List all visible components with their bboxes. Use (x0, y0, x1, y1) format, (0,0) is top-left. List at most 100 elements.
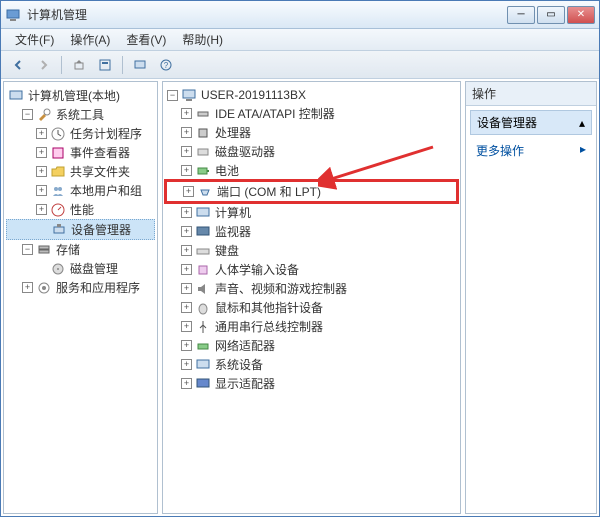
tree-label: 声音、视频和游戏控制器 (215, 280, 347, 297)
close-button[interactable]: ✕ (567, 6, 595, 24)
svg-text:?: ? (164, 61, 169, 70)
clock-icon (50, 126, 66, 142)
expand-icon[interactable]: + (181, 378, 192, 389)
menu-help[interactable]: 帮助(H) (174, 29, 231, 50)
expand-icon[interactable]: + (181, 359, 192, 370)
tree-usb[interactable]: + 通用串行总线控制器 (165, 317, 458, 336)
tree-disk-drives[interactable]: + 磁盘驱动器 (165, 142, 458, 161)
tree-task-scheduler[interactable]: + 任务计划程序 (6, 124, 155, 143)
tree-storage[interactable]: − 存储 (6, 240, 155, 259)
expand-icon[interactable]: + (183, 186, 194, 197)
tree-sound[interactable]: + 声音、视频和游戏控制器 (165, 279, 458, 298)
leaf-icon (36, 263, 47, 274)
tree-label: 计算机 (215, 204, 251, 221)
tree-label: 键盘 (215, 242, 239, 259)
tree-label: 通用串行总线控制器 (215, 318, 323, 335)
tree-shared-folders[interactable]: + 共享文件夹 (6, 162, 155, 181)
menu-file[interactable]: 文件(F) (7, 29, 62, 50)
event-icon (50, 145, 66, 161)
expand-icon[interactable]: + (181, 340, 192, 351)
tree-computers[interactable]: + 计算机 (165, 203, 458, 222)
tree-root[interactable]: 计算机管理(本地) (6, 86, 155, 105)
expand-icon[interactable]: + (181, 245, 192, 256)
tree-monitors[interactable]: + 监视器 (165, 222, 458, 241)
toolbar: ? (1, 51, 599, 79)
tree-label: 服务和应用程序 (56, 279, 140, 296)
tree-performance[interactable]: + 性能 (6, 200, 155, 219)
tree-event-viewer[interactable]: + 事件查看器 (6, 143, 155, 162)
app-icon (5, 7, 21, 23)
expand-icon[interactable]: + (181, 283, 192, 294)
tree-keyboards[interactable]: + 键盘 (165, 241, 458, 260)
tree-display[interactable]: + 显示适配器 (165, 374, 458, 393)
expand-icon[interactable]: + (36, 185, 47, 196)
tree-label: 性能 (70, 201, 94, 218)
back-button[interactable] (7, 54, 29, 76)
collapse-icon[interactable]: − (22, 244, 33, 255)
expand-icon[interactable]: + (181, 302, 192, 313)
device-icon (51, 222, 67, 238)
maximize-button[interactable]: ▭ (537, 6, 565, 24)
minimize-button[interactable]: ─ (507, 6, 535, 24)
users-icon (50, 183, 66, 199)
disk-icon (50, 261, 66, 277)
up-button[interactable] (68, 54, 90, 76)
tree-label: 本地用户和组 (70, 182, 142, 199)
tree-hid[interactable]: + 人体学输入设备 (165, 260, 458, 279)
expand-icon[interactable]: + (36, 128, 47, 139)
tree-system-tools[interactable]: − 系统工具 (6, 105, 155, 124)
tree-label: 端口 (COM 和 LPT) (217, 183, 321, 200)
chevron-right-icon: ▸ (580, 142, 586, 156)
sound-icon (195, 281, 211, 297)
monitor-icon (195, 224, 211, 240)
tree-batteries[interactable]: + 电池 (165, 161, 458, 180)
menubar: 文件(F) 操作(A) 查看(V) 帮助(H) (1, 29, 599, 51)
tree-computer-root[interactable]: − USER-20191113BX (165, 86, 458, 104)
actions-pane: 操作 设备管理器 ▴ 更多操作 ▸ (465, 81, 597, 514)
tree-mice[interactable]: + 鼠标和其他指针设备 (165, 298, 458, 317)
collapse-icon[interactable]: − (167, 90, 178, 101)
more-actions-label: 更多操作 (476, 144, 524, 158)
tree-local-users[interactable]: + 本地用户和组 (6, 181, 155, 200)
expand-icon[interactable]: + (181, 146, 192, 157)
tree-label: 电池 (215, 162, 239, 179)
tree-device-manager[interactable]: 设备管理器 (6, 219, 155, 240)
leaf-icon (37, 224, 48, 235)
collapse-icon[interactable]: − (22, 109, 33, 120)
expand-icon[interactable]: + (36, 147, 47, 158)
folder-icon (50, 164, 66, 180)
keyboard-icon (195, 243, 211, 259)
forward-button[interactable] (33, 54, 55, 76)
refresh-button[interactable] (129, 54, 151, 76)
menu-view[interactable]: 查看(V) (118, 29, 174, 50)
tree-disk-management[interactable]: 磁盘管理 (6, 259, 155, 278)
more-actions-link[interactable]: 更多操作 ▸ (466, 139, 596, 162)
tree-system-devices[interactable]: + 系统设备 (165, 355, 458, 374)
tree-label: 事件查看器 (70, 144, 130, 161)
tree-services-apps[interactable]: + 服务和应用程序 (6, 278, 155, 297)
storage-icon (36, 242, 52, 258)
help-button[interactable]: ? (155, 54, 177, 76)
expand-icon[interactable]: + (181, 321, 192, 332)
tree-ports[interactable]: + 端口 (COM 和 LPT) (165, 180, 458, 203)
computer-icon (8, 88, 24, 104)
expand-icon[interactable]: + (22, 282, 33, 293)
expand-icon[interactable]: + (181, 165, 192, 176)
menu-action[interactable]: 操作(A) (62, 29, 118, 50)
tree-processors[interactable]: + 处理器 (165, 123, 458, 142)
tree-label: 人体学输入设备 (215, 261, 299, 278)
expand-icon[interactable]: + (181, 108, 192, 119)
tree-network[interactable]: + 网络适配器 (165, 336, 458, 355)
tree-label: 网络适配器 (215, 337, 275, 354)
properties-button[interactable] (94, 54, 116, 76)
expand-icon[interactable]: + (36, 204, 47, 215)
expand-icon[interactable]: + (181, 264, 192, 275)
actions-section[interactable]: 设备管理器 ▴ (470, 110, 592, 135)
expand-icon[interactable]: + (36, 166, 47, 177)
expand-icon[interactable]: + (181, 226, 192, 237)
expand-icon[interactable]: + (181, 127, 192, 138)
tree-label: 计算机管理(本地) (28, 87, 120, 104)
port-icon (197, 184, 213, 200)
expand-icon[interactable]: + (181, 207, 192, 218)
tree-ide[interactable]: + IDE ATA/ATAPI 控制器 (165, 104, 458, 123)
